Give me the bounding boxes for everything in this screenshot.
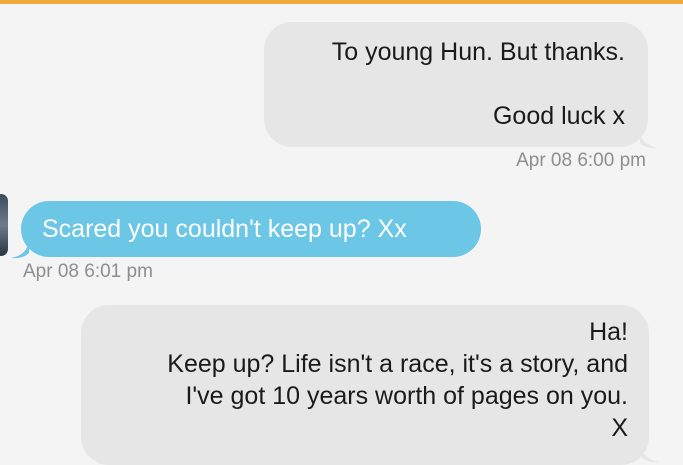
message-timestamp: Apr 08 6:01 pm xyxy=(23,261,153,282)
bubble-tail-icon xyxy=(641,445,659,463)
message-text: Keep up? Life isn't a race, it's a story… xyxy=(167,350,628,378)
outgoing-message-bubble[interactable]: To young Hun. But thanks. Good luck x xyxy=(264,22,658,149)
message-text: Scared you couldn't keep up? Xx xyxy=(42,215,407,243)
message-text: I've got 10 years worth of pages on you. xyxy=(185,382,628,410)
message-text: Good luck x xyxy=(492,102,625,130)
message-text-blank xyxy=(264,68,625,100)
bubble-tail-icon xyxy=(640,131,658,149)
contact-avatar[interactable] xyxy=(0,194,8,256)
message-text: Ha! xyxy=(589,318,628,346)
message-timestamp: Apr 08 6:00 pm xyxy=(516,150,646,171)
message-text: To young Hun. But thanks. xyxy=(331,38,625,66)
incoming-message-bubble[interactable]: Scared you couldn't keep up? Xx xyxy=(11,201,481,259)
outgoing-message-bubble[interactable]: Ha! Keep up? Life isn't a race, it's a s… xyxy=(81,305,659,465)
message-text: X xyxy=(611,414,628,442)
message-thread[interactable]: To young Hun. But thanks. Good luck x Ap… xyxy=(0,4,683,465)
bubble-tail-icon xyxy=(11,241,29,259)
